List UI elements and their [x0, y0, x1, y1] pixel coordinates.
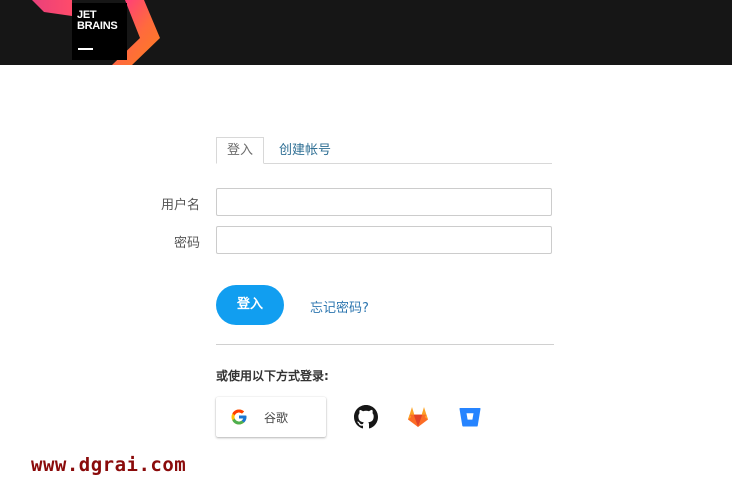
auth-tabs: 登入 创建帐号 — [216, 137, 552, 164]
username-label: 用户名 — [160, 198, 200, 213]
alt-login-title: 或使用以下方式登录: — [216, 369, 329, 383]
watermark-text: www.dgrai.com — [31, 454, 187, 476]
top-bar: JET BRAINS — [0, 0, 732, 65]
password-input[interactable] — [216, 226, 552, 254]
login-button[interactable]: 登入 — [216, 285, 284, 325]
bitbucket-icon[interactable] — [458, 405, 482, 429]
forgot-password-link[interactable]: 忘记密码? — [310, 297, 369, 316]
tab-login[interactable]: 登入 — [216, 137, 265, 164]
google-label: 谷歌 — [264, 411, 289, 425]
password-label: 密码 — [173, 236, 200, 251]
google-icon — [231, 409, 247, 425]
logo-underscore — [78, 48, 93, 50]
username-input[interactable] — [216, 188, 552, 216]
github-icon[interactable] — [354, 405, 378, 429]
logo-wordmark: JET BRAINS — [77, 9, 118, 32]
gitlab-icon[interactable] — [406, 405, 430, 429]
tab-create-account[interactable]: 创建帐号 — [268, 137, 342, 163]
google-login-button[interactable]: 谷歌 — [216, 397, 326, 437]
divider — [216, 344, 554, 345]
